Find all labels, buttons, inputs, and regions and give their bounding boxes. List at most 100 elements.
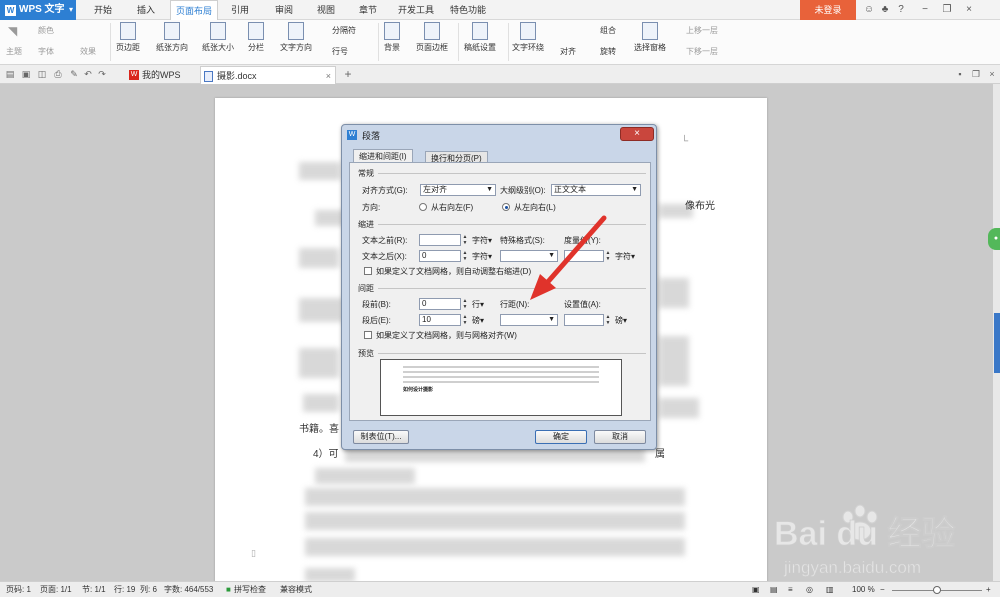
effect-button[interactable]: 效果 [80, 46, 96, 57]
font-button[interactable]: 字体 [38, 46, 54, 57]
setting-value-input[interactable] [564, 314, 604, 326]
measure-input[interactable] [564, 250, 604, 262]
dialog-title-bar[interactable]: W 段落 × [342, 125, 656, 145]
send-backward-button[interactable]: 下移一层 [686, 46, 718, 57]
outline-level-select[interactable]: 正文文本 ▼ [551, 184, 641, 196]
indent-before-input[interactable] [419, 234, 461, 246]
tab-chapter[interactable]: 章节 [352, 0, 384, 20]
indent-after-unit[interactable]: 字符▾ [472, 251, 492, 262]
text-direction-label: 文字方向 [280, 43, 312, 52]
close-doc-icon[interactable]: × [986, 68, 998, 80]
tab-insert[interactable]: 插入 [130, 0, 162, 20]
open-icon[interactable]: ▤ [4, 68, 16, 80]
dialog-close-button[interactable]: × [620, 127, 654, 141]
color-button[interactable]: 颜色 [38, 25, 54, 36]
shirt-icon[interactable]: ♣ [878, 3, 892, 17]
tab-references[interactable]: 引用 [224, 0, 256, 20]
tab-my-wps[interactable]: W 我的WPS [126, 66, 196, 84]
group-button[interactable]: 组合 [600, 25, 616, 36]
panel-icon[interactable]: ▪ [954, 68, 966, 80]
help-button[interactable]: ? [894, 3, 908, 17]
selection-pane-button[interactable]: 选择窗格 [634, 22, 666, 53]
background-button[interactable]: 背景 [384, 22, 400, 53]
status-page-number[interactable]: 页码: 1 [6, 582, 31, 597]
login-button[interactable]: 未登录 [800, 0, 856, 20]
tab-developer[interactable]: 开发工具 [392, 0, 440, 20]
minimize-icon[interactable]: − [918, 3, 932, 17]
size-button[interactable]: 纸张大小 [202, 22, 234, 53]
skin-icon[interactable]: ☺ [862, 3, 876, 17]
tab-stops-button[interactable]: 制表位(T)... [353, 430, 409, 444]
spacing-after-stepper[interactable]: ▲ ▼ [461, 314, 469, 326]
theme-button[interactable]: 主题 [6, 46, 22, 57]
spacing-before-input[interactable]: 0 [419, 298, 461, 310]
page-border-button[interactable]: 页面边框 [416, 22, 448, 53]
setting-value-stepper[interactable]: ▲ ▼ [604, 314, 612, 326]
scrollbar-thumb[interactable] [994, 313, 1000, 373]
close-icon[interactable]: × [326, 67, 331, 85]
spacing-after-input[interactable]: 10 [419, 314, 461, 326]
cancel-button[interactable]: 取消 [594, 430, 646, 444]
rtl-radio[interactable] [419, 203, 427, 211]
restore-icon[interactable]: ❐ [940, 3, 954, 17]
view-web-icon[interactable]: ◎ [806, 582, 813, 597]
breaks-button[interactable]: 分隔符 [332, 25, 356, 36]
print-icon[interactable]: ⎙ [52, 68, 64, 80]
format-painter-icon[interactable]: ✎ [68, 68, 80, 80]
zoom-in-icon[interactable]: + [986, 582, 991, 597]
indent-before-stepper[interactable]: ▲ ▼ [461, 234, 469, 246]
tab-features[interactable]: 特色功能 [444, 0, 492, 20]
close-icon[interactable]: × [962, 3, 976, 17]
redo-icon[interactable]: ↷ [96, 68, 108, 80]
zoom-slider-thumb[interactable] [933, 586, 941, 594]
measure-unit[interactable]: 字符▾ [615, 251, 635, 262]
spacing-before-stepper[interactable]: ▲ ▼ [461, 298, 469, 310]
tab-review[interactable]: 审阅 [268, 0, 300, 20]
tab-view[interactable]: 视图 [310, 0, 342, 20]
columns-button[interactable]: 分栏 [248, 22, 264, 53]
view-full-screen-icon[interactable]: ▣ [752, 582, 760, 597]
blurred-text [659, 336, 689, 386]
spell-check-button[interactable]: 拼写检查 [234, 582, 266, 597]
indent-after-stepper[interactable]: ▲ ▼ [461, 250, 469, 262]
text-direction-button[interactable]: 文字方向 [280, 22, 312, 53]
spacing-before-unit[interactable]: 行▾ [472, 299, 484, 310]
wrap-text-button[interactable]: 文字环绕 [512, 22, 544, 53]
line-numbers-button[interactable]: 行号 [332, 46, 348, 57]
side-widget-icon[interactable]: ● [988, 228, 1000, 250]
tab-page-layout[interactable]: 页面布局 [170, 0, 218, 21]
special-format-select[interactable]: ▼ [500, 250, 558, 262]
view-outline-icon[interactable]: ≡ [788, 582, 793, 597]
new-tab-button[interactable]: + [342, 68, 354, 80]
view-reading-icon[interactable]: ▥ [826, 582, 834, 597]
setting-value-unit[interactable]: 磅▾ [615, 315, 627, 326]
restore-doc-icon[interactable]: ❐ [970, 68, 982, 80]
spacing-before-label: 段前(B): [362, 300, 391, 309]
save-icon[interactable]: ▣ [20, 68, 32, 80]
margins-button[interactable]: 页边距 [116, 22, 140, 53]
bring-forward-button[interactable]: 上移一层 [686, 25, 718, 36]
indent-after-input[interactable]: 0 [419, 250, 461, 262]
app-menu-button[interactable]: W WPS 文字 ▾ [0, 0, 76, 20]
orientation-button[interactable]: 纸张方向 [156, 22, 188, 53]
status-words[interactable]: 字数: 464/553 [164, 582, 213, 597]
tab-document[interactable]: 摄影.docx × [200, 66, 336, 84]
view-page-icon[interactable]: ▤ [770, 582, 778, 597]
draft-settings-button[interactable]: 稿纸设置 [464, 22, 496, 53]
ok-button[interactable]: 确定 [535, 430, 587, 444]
auto-adjust-checkbox[interactable] [364, 267, 372, 275]
rotate-button[interactable]: 旋转 [600, 46, 616, 57]
spacing-after-unit[interactable]: 磅▾ [472, 315, 484, 326]
snap-grid-checkbox[interactable] [364, 331, 372, 339]
indent-before-unit[interactable]: 字符▾ [472, 235, 492, 246]
line-spacing-select[interactable]: ▼ [500, 314, 558, 326]
align-button[interactable]: 对齐 [560, 46, 576, 57]
print-preview-icon[interactable]: ◫ [36, 68, 48, 80]
undo-icon[interactable]: ↶ [82, 68, 94, 80]
ltr-radio[interactable] [502, 203, 510, 211]
zoom-level[interactable]: 100 % [852, 582, 875, 597]
measure-stepper[interactable]: ▲ ▼ [604, 250, 612, 262]
alignment-select[interactable]: 左对齐 ▼ [420, 184, 496, 196]
tab-home[interactable]: 开始 [86, 0, 120, 20]
zoom-out-icon[interactable]: − [880, 582, 885, 597]
